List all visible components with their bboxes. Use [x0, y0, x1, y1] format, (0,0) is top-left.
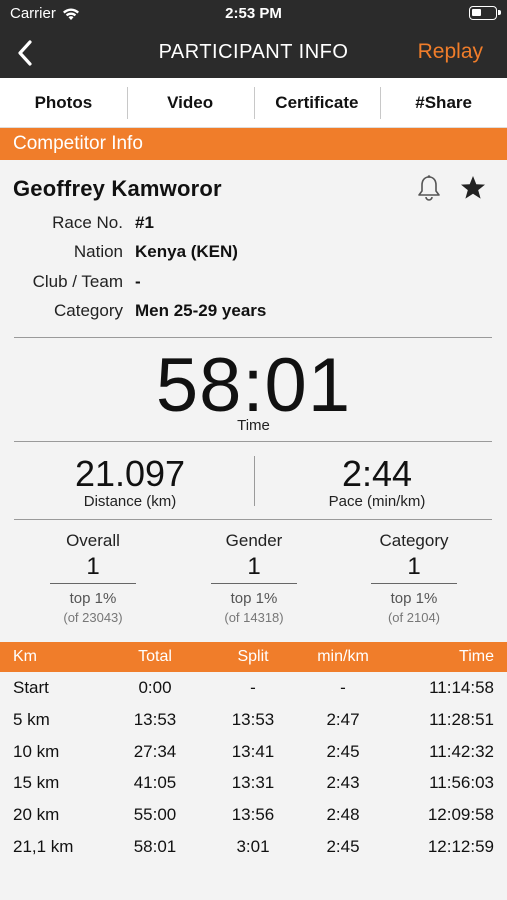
splits-table-header: Km Total Split min/km Time: [0, 642, 507, 672]
divider: [14, 441, 492, 442]
table-row: 15 km 41:05 13:31 2:43 11:56:03: [0, 767, 507, 799]
column-header-time: Time: [459, 648, 494, 665]
cell-split: 13:41: [231, 742, 275, 761]
action-tabs: Photos Video Certificate #Share: [0, 78, 507, 128]
bell-icon[interactable]: [416, 174, 442, 202]
table-row: Start 0:00 - - 11:14:58: [0, 672, 507, 704]
ranking-underline: [211, 583, 297, 584]
ranking-percentile: top 1%: [230, 590, 278, 607]
info-value: Men 25-29 years: [135, 301, 267, 320]
cell-pace: 2:48: [326, 805, 360, 824]
ranking-title: Gender: [225, 531, 283, 550]
cell-split: 13:56: [231, 805, 275, 824]
cell-time: 12:12:59: [427, 837, 494, 856]
cell-split: 3:01: [236, 837, 270, 856]
info-label: Category: [54, 301, 123, 320]
battery-icon: [469, 6, 501, 20]
cell-total: 27:34: [133, 742, 177, 761]
cell-total: 0:00: [138, 678, 172, 697]
distance-label: Distance (km): [83, 493, 177, 510]
ranking-value: 1: [247, 553, 261, 580]
pace-label: Pace (min/km): [328, 493, 426, 510]
ranking-underline: [50, 583, 136, 584]
athlete-name: Geoffrey Kamworor: [13, 176, 222, 201]
ranking-value: 1: [86, 553, 100, 580]
cell-km: Start: [13, 678, 49, 697]
info-label: Race No.: [52, 213, 123, 232]
cell-total: 41:05: [133, 773, 177, 792]
cell-time: 12:09:58: [427, 805, 494, 824]
ranking-title: Category: [379, 531, 449, 550]
info-label: Club / Team: [32, 272, 123, 291]
cell-time: 11:14:58: [429, 678, 494, 697]
tab-share[interactable]: #Share: [380, 78, 507, 127]
table-row: 21,1 km 58:01 3:01 2:45 12:12:59: [0, 831, 507, 863]
column-header-km: Km: [13, 648, 37, 665]
cell-km: 10 km: [13, 742, 60, 761]
cell-total: 13:53: [133, 710, 177, 729]
info-value: #1: [135, 213, 154, 232]
replay-button[interactable]: Replay: [418, 40, 483, 64]
tab-certificate[interactable]: Certificate: [253, 78, 381, 127]
ranking-overall: Overall 1 top 1% (of 23043): [33, 531, 153, 625]
vertical-divider: [254, 456, 255, 506]
star-icon[interactable]: [459, 174, 487, 202]
cell-pace: 2:43: [326, 773, 360, 792]
cell-km: 20 km: [13, 805, 60, 824]
column-header-pace: min/km: [317, 648, 369, 665]
finish-time: 58:01: [155, 343, 352, 428]
ranking-total: (of 2104): [387, 610, 441, 625]
cell-time: 11:56:03: [429, 773, 494, 792]
column-header-total: Total: [138, 648, 172, 665]
status-bar: Carrier 2:53 PM: [0, 0, 507, 28]
ranking-total: (of 23043): [63, 610, 123, 625]
cell-pace: 2:47: [326, 710, 360, 729]
ranking-value: 1: [407, 553, 421, 580]
ranking-gender: Gender 1 top 1% (of 14318): [194, 531, 314, 625]
finish-time-label: Time: [237, 417, 270, 434]
divider: [14, 337, 492, 338]
table-row: 20 km 55:00 13:56 2:48 12:09:58: [0, 799, 507, 831]
ranking-title: Overall: [66, 531, 120, 550]
cell-pace: -: [340, 678, 346, 697]
cell-time: 11:42:32: [429, 742, 494, 761]
info-value: -: [135, 272, 141, 291]
divider: [14, 519, 492, 520]
tab-photos[interactable]: Photos: [0, 78, 127, 127]
table-row: 10 km 27:34 13:41 2:45 11:42:32: [0, 736, 507, 768]
cell-total: 58:01: [133, 837, 177, 856]
cell-split: -: [250, 678, 256, 697]
info-label: Nation: [73, 242, 123, 261]
section-header-competitor-info: Competitor Info: [0, 128, 507, 160]
pace-value: 2:44: [341, 453, 413, 494]
table-row: 5 km 13:53 13:53 2:47 11:28:51: [0, 704, 507, 736]
ranking-underline: [371, 583, 457, 584]
status-time: 2:53 PM: [225, 5, 282, 22]
cell-split: 13:53: [231, 710, 275, 729]
cell-pace: 2:45: [326, 742, 360, 761]
ranking-percentile: top 1%: [69, 590, 117, 607]
distance-value: 21.097: [74, 453, 186, 494]
ranking-total: (of 14318): [224, 610, 284, 625]
ranking-category: Category 1 top 1% (of 2104): [354, 531, 474, 625]
tab-video[interactable]: Video: [126, 78, 254, 127]
cell-km: 5 km: [13, 710, 50, 729]
ranking-percentile: top 1%: [390, 590, 438, 607]
cell-split: 13:31: [231, 773, 275, 792]
cell-total: 55:00: [133, 805, 177, 824]
info-value: Kenya (KEN): [135, 242, 238, 261]
cell-km: 15 km: [13, 773, 60, 792]
cell-km: 21,1 km: [13, 837, 74, 856]
cell-pace: 2:45: [326, 837, 360, 856]
nav-bar: PARTICIPANT INFO Replay: [0, 28, 507, 78]
column-header-split: Split: [237, 648, 269, 665]
cell-time: 11:28:51: [429, 710, 494, 729]
